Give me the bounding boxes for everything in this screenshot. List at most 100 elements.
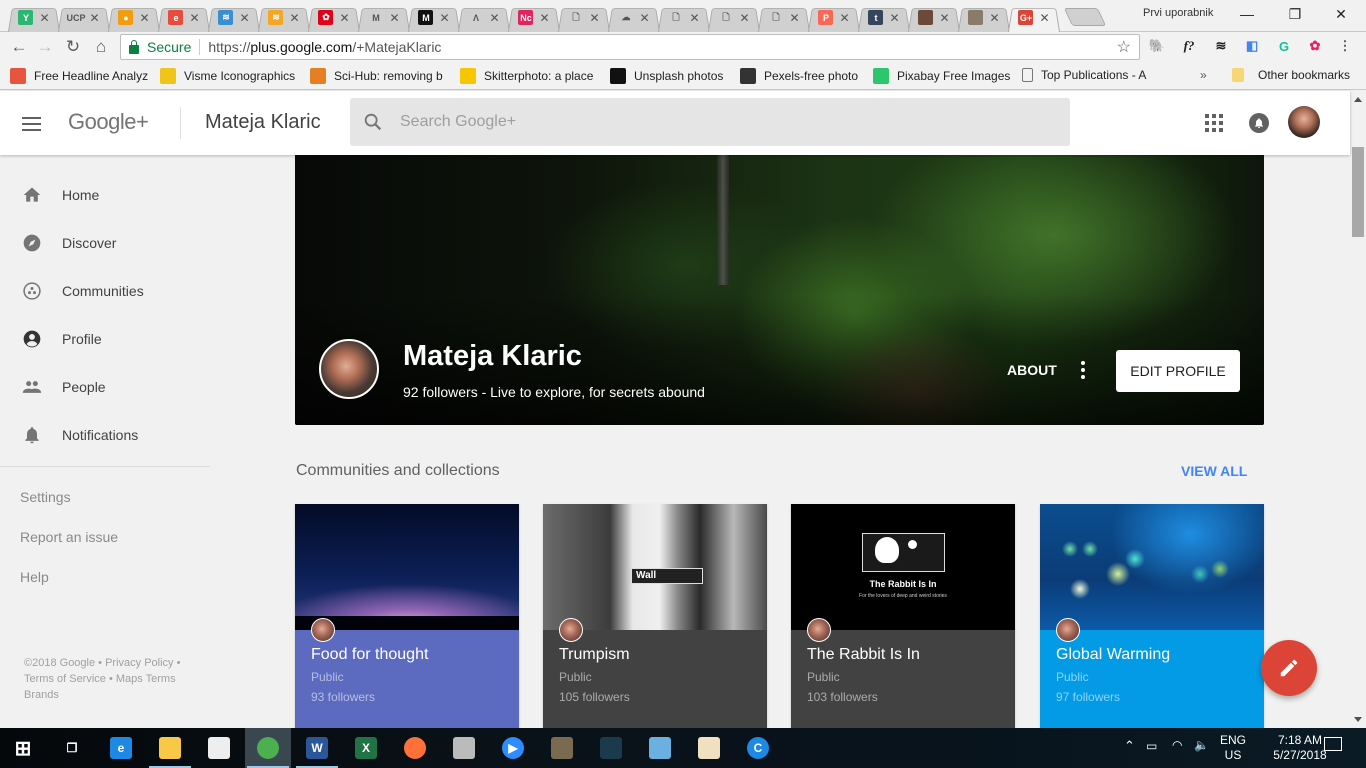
volume-icon[interactable]: 🔈 (1194, 738, 1209, 752)
taskbar-task-view[interactable]: ❐ (49, 728, 95, 768)
browser-tab[interactable]: Nc ✕ (508, 3, 560, 32)
taskbar-paint-3d[interactable] (637, 728, 683, 768)
close-tab-icon[interactable]: ✕ (489, 11, 499, 25)
grammarly-extension-icon[interactable]: G (1275, 37, 1293, 55)
close-tab-icon[interactable]: ✕ (439, 11, 449, 25)
close-tab-icon[interactable]: ✕ (189, 11, 199, 25)
search-box[interactable] (350, 98, 1070, 146)
browser-tab[interactable]: P ✕ (808, 3, 860, 32)
close-tab-icon[interactable]: ✕ (989, 11, 999, 25)
taskbar-firefox[interactable] (392, 728, 438, 768)
address-bar[interactable]: Secure https://plus.google.com/+MatejaKl… (120, 34, 1140, 60)
close-tab-icon[interactable]: ✕ (1039, 11, 1049, 25)
browser-tab[interactable]: ● ✕ (108, 3, 160, 32)
bookmark-item[interactable]: Free Headline Analyz (10, 68, 148, 84)
terms-of-service-link[interactable]: Terms of Service (24, 673, 106, 685)
browser-tab[interactable]: ≋ ✕ (208, 3, 260, 32)
browser-profile-name[interactable]: Prvi uporabnik (1143, 7, 1213, 19)
close-tab-icon[interactable]: ✕ (689, 11, 699, 25)
taskbar-edge[interactable]: e (98, 728, 144, 768)
system-clock[interactable]: 7:18 AM 5/27/2018 (1270, 733, 1330, 763)
menu-icon[interactable] (22, 117, 41, 131)
taskbar-word[interactable]: W (294, 728, 340, 768)
taskbar-paint[interactable] (686, 728, 732, 768)
browser-tab[interactable]: UCP ✕ (58, 3, 110, 32)
more-options-icon[interactable] (1081, 361, 1085, 379)
taskbar-chrome[interactable] (245, 728, 291, 768)
scroll-up-arrow-icon[interactable] (1354, 97, 1362, 102)
browser-tab[interactable]: G+ ✕ (1008, 3, 1060, 32)
bookmark-item[interactable]: Unsplash photos (610, 68, 723, 84)
browser-tab[interactable]: ✿ ✕ (308, 3, 360, 32)
edit-profile-button[interactable]: EDIT PROFILE (1116, 350, 1240, 392)
privacy-policy-link[interactable]: Privacy Policy (105, 657, 173, 669)
search-input[interactable] (400, 98, 1060, 146)
taskbar-excel[interactable]: X (343, 728, 389, 768)
sidebar-item-people[interactable]: People (0, 363, 210, 411)
close-tab-icon[interactable]: ✕ (339, 11, 349, 25)
sidebar-item-discover[interactable]: Discover (0, 219, 210, 267)
notifications-bell-icon[interactable] (1249, 113, 1269, 133)
sidebar-item-communities[interactable]: Communities (0, 267, 210, 315)
browser-tab[interactable]: Y ✕ (8, 3, 60, 32)
close-tab-icon[interactable]: ✕ (939, 11, 949, 25)
settings-link[interactable]: Settings (20, 489, 71, 505)
home-button[interactable]: ⌂ (90, 36, 112, 58)
community-card[interactable]: Food for thought Public 93 followers (295, 504, 519, 728)
view-all-link[interactable]: VIEW ALL (1181, 463, 1247, 479)
close-tab-icon[interactable]: ✕ (889, 11, 899, 25)
apps-grid-icon[interactable] (1205, 114, 1223, 132)
google-plus-logo[interactable]: Google+ (68, 109, 149, 135)
bookmark-item[interactable]: Sci-Hub: removing b (310, 68, 443, 84)
taskbar-kindle[interactable] (588, 728, 634, 768)
taskbar-file-explorer[interactable] (147, 728, 193, 768)
sidebar-item-profile[interactable]: Profile (0, 315, 210, 363)
close-tab-icon[interactable]: ✕ (589, 11, 599, 25)
page-scrollbar[interactable] (1350, 91, 1366, 728)
translate-extension-icon[interactable]: ◧ (1243, 37, 1261, 55)
other-bookmarks-folder[interactable]: Other bookmarks (1232, 68, 1350, 82)
report-issue-link[interactable]: Report an issue (20, 529, 118, 545)
scroll-down-arrow-icon[interactable] (1354, 717, 1362, 722)
close-window-button[interactable]: ✕ (1326, 4, 1356, 24)
bookmark-item[interactable]: Top Publications - A (1022, 68, 1146, 82)
close-tab-icon[interactable]: ✕ (739, 11, 749, 25)
browser-tab[interactable]: M ✕ (408, 3, 460, 32)
community-card[interactable]: Wall Trumpism Public 105 followers (543, 504, 767, 728)
font-identifier-extension-icon[interactable]: f? (1180, 37, 1198, 55)
close-tab-icon[interactable]: ✕ (39, 11, 49, 25)
action-center-icon[interactable] (1324, 737, 1342, 751)
close-tab-icon[interactable]: ✕ (789, 11, 799, 25)
browser-tab[interactable]: Λ ✕ (458, 3, 510, 32)
community-card[interactable]: The Rabbit Is In For the lovers of deep … (791, 504, 1015, 728)
minimize-button[interactable]: — (1232, 4, 1262, 24)
browser-tab[interactable]: ≋ ✕ (258, 3, 310, 32)
color-wheel-extension-icon[interactable]: ✿ (1306, 37, 1324, 55)
taskbar-scanner[interactable] (441, 728, 487, 768)
browser-tab[interactable]: ✕ (908, 3, 960, 32)
browser-tab[interactable]: 🗋 ✕ (708, 3, 760, 32)
community-card[interactable]: Global Warming Public 97 followers (1040, 504, 1264, 728)
buffer-extension-icon[interactable]: ≋ (1212, 37, 1230, 55)
bookmarks-overflow-button[interactable]: » (1200, 68, 1207, 82)
close-tab-icon[interactable]: ✕ (139, 11, 149, 25)
about-button[interactable]: ABOUT (1007, 362, 1057, 378)
bookmark-star-icon[interactable]: ☆ (1117, 37, 1131, 57)
sidebar-item-home[interactable]: Home (0, 171, 210, 219)
compose-post-button[interactable] (1261, 640, 1317, 696)
profile-avatar[interactable] (319, 339, 379, 399)
maximize-button[interactable]: ❐ (1280, 4, 1310, 24)
close-tab-icon[interactable]: ✕ (89, 11, 99, 25)
close-tab-icon[interactable]: ✕ (639, 11, 649, 25)
input-language-indicator[interactable]: ENG US (1220, 733, 1246, 763)
taskbar-calculator[interactable] (196, 728, 242, 768)
browser-tab[interactable]: 🗋 ✕ (758, 3, 810, 32)
close-tab-icon[interactable]: ✕ (839, 11, 849, 25)
sidebar-item-notifications[interactable]: Notifications (0, 411, 210, 459)
evernote-extension-icon[interactable]: 🐘 (1148, 37, 1166, 55)
close-tab-icon[interactable]: ✕ (239, 11, 249, 25)
close-tab-icon[interactable]: ✕ (539, 11, 549, 25)
browser-tab[interactable]: ☁ ✕ (608, 3, 660, 32)
account-avatar[interactable] (1288, 106, 1320, 138)
bookmark-item[interactable]: Visme Iconographics (160, 68, 295, 84)
